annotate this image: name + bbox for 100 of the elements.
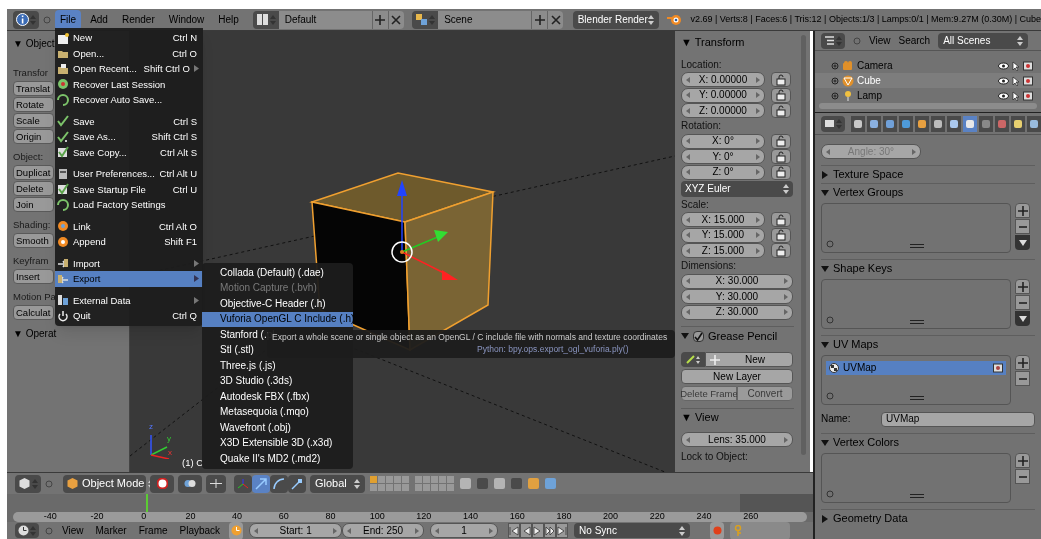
- dot-icon[interactable]: [45, 479, 53, 488]
- number-field[interactable]: X: 30.000: [681, 273, 793, 289]
- menu-item[interactable]: Playback: [176, 525, 224, 536]
- number-field[interactable]: Start: 1: [249, 523, 343, 538]
- rotation-mode-dropdown[interactable]: XYZ Euler: [681, 181, 793, 197]
- dropdown-button[interactable]: [412, 10, 439, 29]
- number-field[interactable]: X: 0°: [681, 133, 765, 149]
- menu-item[interactable]: View: [59, 525, 87, 536]
- number-field[interactable]: Z: 0°: [681, 164, 765, 180]
- panel-title[interactable]: Geometry Data: [833, 513, 908, 524]
- properties-tab[interactable]: [883, 115, 897, 132]
- scale-toggle[interactable]: [288, 474, 306, 493]
- lock-icon[interactable]: [775, 166, 787, 179]
- expand-toggle-icon[interactable]: [826, 240, 834, 248]
- new-button[interactable]: New: [705, 352, 793, 367]
- orientation-dropdown[interactable]: Global: [310, 474, 365, 493]
- menu-item[interactable]: Open... Ctrl O: [55, 45, 203, 61]
- new-layer-button[interactable]: New Layer: [681, 369, 793, 384]
- render-icon[interactable]: [1023, 90, 1033, 101]
- panel-title[interactable]: Vertex Colors: [833, 437, 900, 448]
- add-button[interactable]: [531, 10, 548, 29]
- menu-item[interactable]: User Preferences... Ctrl Alt U: [55, 166, 203, 182]
- number-field[interactable]: Z: 0.00000: [681, 103, 765, 119]
- number-field[interactable]: Z: 15.000: [681, 243, 765, 259]
- expand-toggle-icon[interactable]: [826, 316, 834, 324]
- menu-item[interactable]: Window: [163, 9, 210, 30]
- jump-start-button[interactable]: [508, 523, 521, 538]
- collapse-arrow-icon[interactable]: [821, 264, 829, 273]
- play-button[interactable]: [532, 523, 545, 538]
- dot-icon[interactable]: [45, 526, 53, 535]
- menu-item[interactable]: Import: [55, 255, 203, 271]
- rotate-toggle[interactable]: [270, 474, 288, 493]
- shading-dropdown[interactable]: [150, 474, 174, 493]
- cursor-icon[interactable]: [1012, 75, 1020, 86]
- add-button[interactable]: [1015, 203, 1030, 218]
- cursor-icon[interactable]: [1012, 60, 1020, 71]
- lock-button[interactable]: [771, 212, 791, 228]
- panel-title[interactable]: ▼ Transform: [681, 35, 794, 49]
- expand-arrow-icon[interactable]: [821, 170, 829, 179]
- add-button[interactable]: [1015, 279, 1030, 294]
- name-field[interactable]: UVMap: [881, 411, 1035, 427]
- eye-icon[interactable]: [998, 61, 1009, 70]
- name-field[interactable]: Default: [278, 10, 372, 29]
- sync-dropdown[interactable]: No Sync: [574, 523, 691, 538]
- eye-icon[interactable]: [998, 91, 1009, 100]
- move-toggle[interactable]: [252, 474, 270, 493]
- number-field[interactable]: Y: 30.000: [681, 289, 793, 305]
- menu-item[interactable]: Metasequoia (.mqo): [202, 404, 353, 420]
- menu-item[interactable]: Recover Last Session: [55, 76, 203, 92]
- add-button[interactable]: [1015, 355, 1030, 370]
- number-field[interactable]: End: 250: [342, 523, 425, 538]
- lock-button[interactable]: [771, 149, 791, 165]
- menu-item[interactable]: Search: [898, 35, 931, 46]
- properties-tab[interactable]: [1027, 115, 1041, 132]
- expand-arrow-icon[interactable]: [821, 514, 829, 523]
- lock-icon[interactable]: [775, 135, 787, 148]
- menu-item[interactable]: Save Startup File Ctrl U: [55, 181, 203, 197]
- menu-item[interactable]: Wavefront (.obj): [202, 420, 353, 436]
- render-engine-dropdown[interactable]: Blender Render: [572, 10, 659, 29]
- list-entry[interactable]: UVMap: [826, 361, 1006, 375]
- panel-title[interactable]: Grease Pencil: [708, 330, 778, 342]
- specials-menu-button[interactable]: [1015, 235, 1030, 250]
- remove-button[interactable]: [1015, 295, 1030, 310]
- dot-icon[interactable]: [43, 15, 51, 24]
- menu-item[interactable]: Render: [116, 9, 160, 30]
- menu-item[interactable]: Autodesk FBX (.fbx): [202, 389, 353, 405]
- outliner-row[interactable]: Cube: [815, 73, 1041, 88]
- menu-item[interactable]: Open Recent... Shift Ctrl O: [55, 61, 203, 77]
- expand-toggle-icon[interactable]: [831, 76, 839, 85]
- expand-toggle-icon[interactable]: [831, 61, 839, 70]
- dropdown-button[interactable]: [252, 10, 279, 29]
- panel-title[interactable]: ▼ View: [681, 408, 794, 423]
- render-icon[interactable]: [993, 363, 1003, 373]
- panel-title[interactable]: Shape Keys: [833, 263, 893, 274]
- tool-button[interactable]: Scale: [13, 113, 54, 128]
- panel-title[interactable]: UV Maps: [833, 339, 879, 350]
- menu-item[interactable]: 3D Studio (.3ds): [202, 373, 353, 389]
- add-button[interactable]: [1015, 453, 1030, 468]
- lock-icon[interactable]: [775, 244, 787, 257]
- number-field[interactable]: Lens: 35.000: [681, 432, 793, 447]
- panel-title[interactable]: ▼ Operat: [13, 327, 57, 341]
- editor-type-button[interactable]: [13, 10, 39, 29]
- menu-item[interactable]: External Data: [55, 292, 203, 308]
- properties-tab[interactable]: [851, 115, 865, 132]
- menu-item[interactable]: Collada (Default) (.dae): [202, 265, 353, 281]
- lock-icon[interactable]: [775, 89, 787, 102]
- expand-toggle-icon[interactable]: [826, 490, 834, 498]
- lock-icon[interactable]: [775, 73, 787, 86]
- panel-title[interactable]: Texture Space: [833, 169, 904, 180]
- editor-type-button[interactable]: [821, 32, 845, 49]
- menu-item[interactable]: Objective-C Header (.h): [202, 296, 353, 312]
- tool-button[interactable]: Smooth: [13, 233, 54, 248]
- menu-item[interactable]: Recover Auto Save...: [55, 92, 203, 108]
- menu-item[interactable]: Frame: [135, 525, 171, 536]
- menu-item[interactable]: Three.js (.js): [202, 358, 353, 374]
- editor-type-button[interactable]: [15, 523, 39, 538]
- cursor-icon[interactable]: [1012, 90, 1020, 101]
- number-field[interactable]: Y: 15.000: [681, 227, 765, 243]
- brush-dropdown[interactable]: [681, 352, 705, 367]
- lock-icon[interactable]: [775, 213, 787, 226]
